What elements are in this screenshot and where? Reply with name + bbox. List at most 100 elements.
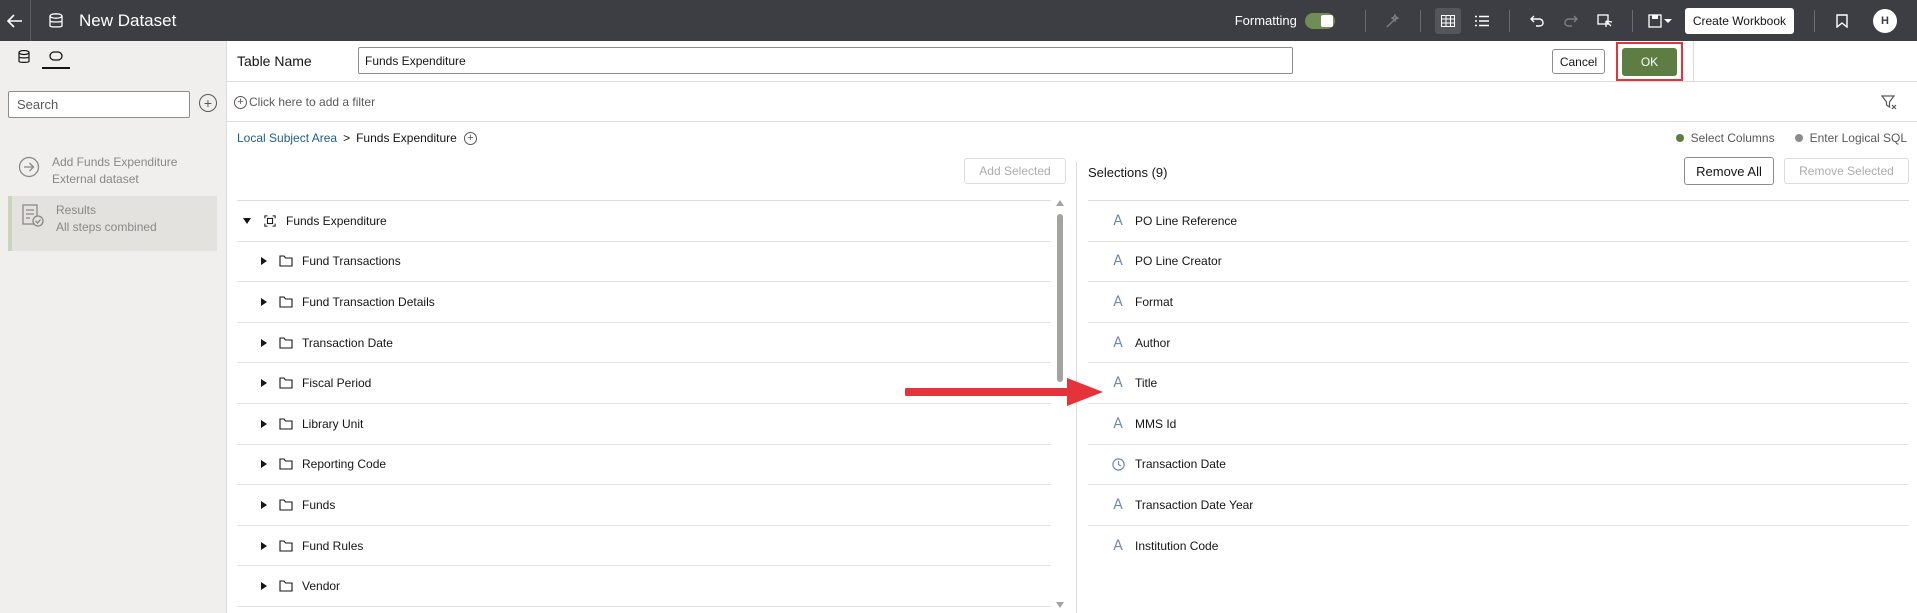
tree-folder-item[interactable]: Fund Rules — [237, 526, 1051, 567]
selection-item[interactable]: A MMS Id — [1088, 404, 1909, 445]
attribute-icon: A — [1113, 415, 1123, 432]
ok-highlight-box: OK — [1616, 42, 1683, 81]
breadcrumb-root-link[interactable]: Local Subject Area — [237, 131, 337, 145]
selections-title: Selections (9) — [1088, 165, 1168, 180]
selection-item[interactable]: A Format — [1088, 282, 1909, 323]
remove-selected-button[interactable]: Remove Selected — [1784, 158, 1909, 184]
toolbar-separator — [1419, 9, 1421, 32]
tree-folder-item[interactable]: Funds — [237, 485, 1051, 526]
cancel-button[interactable]: Cancel — [1552, 49, 1605, 74]
step-add-dataset[interactable]: Add Funds Expenditure External dataset — [8, 148, 217, 188]
undo-icon[interactable] — [1524, 8, 1550, 34]
tree-folder-item[interactable]: Transaction Date — [237, 323, 1051, 364]
folder-icon — [279, 418, 293, 430]
subject-area-icon — [264, 215, 276, 227]
selection-item[interactable]: Transaction Date — [1088, 445, 1909, 486]
scroll-thumb[interactable] — [1057, 214, 1063, 382]
expand-icon[interactable] — [261, 582, 267, 591]
filter-icon[interactable] — [1880, 94, 1897, 113]
back-arrow-icon[interactable] — [0, 0, 30, 41]
tree-folder-label: Fund Rules — [302, 538, 364, 553]
auto-fix-icon[interactable] — [1380, 8, 1406, 34]
formatting-toggle[interactable] — [1304, 12, 1335, 29]
folder-icon — [279, 458, 293, 470]
redo-icon[interactable] — [1558, 8, 1584, 34]
selection-item[interactable]: A Title — [1088, 363, 1909, 404]
selection-item[interactable]: A Institution Code — [1088, 526, 1909, 567]
selection-item[interactable]: A PO Line Reference — [1088, 201, 1909, 242]
tree-folder-item[interactable]: Fund Transaction Details — [237, 282, 1051, 323]
tree-folder-item[interactable]: Reporting Code — [237, 445, 1051, 486]
add-filter-icon[interactable]: + — [234, 96, 247, 109]
attribute-icon: A — [1113, 334, 1123, 351]
save-icon[interactable] — [1647, 8, 1673, 34]
page-title: New Dataset — [79, 10, 177, 30]
radio-unselected-icon — [1794, 134, 1803, 142]
tree-folder-item[interactable]: Vendor — [237, 566, 1051, 607]
remove-all-button[interactable]: Remove All — [1684, 157, 1774, 185]
ok-button[interactable]: OK — [1622, 47, 1677, 76]
create-workbook-button[interactable]: Create Workbook — [1684, 7, 1794, 34]
tree-folder-item[interactable]: Fund Transactions — [237, 242, 1051, 283]
tree-folder-label: Reporting Code — [302, 457, 387, 472]
user-avatar[interactable]: H — [1873, 8, 1897, 33]
expand-icon[interactable] — [261, 379, 267, 388]
tree-folder-label: Fund Transaction Details — [302, 294, 435, 309]
add-data-icon[interactable]: + — [199, 94, 217, 112]
expand-icon[interactable] — [261, 500, 267, 509]
left-panel-tabs — [0, 41, 226, 73]
clock-icon — [1111, 458, 1125, 471]
expand-icon[interactable] — [261, 297, 267, 306]
data-tab-icon[interactable] — [10, 45, 38, 69]
results-icon — [20, 202, 46, 245]
selection-item[interactable]: A Author — [1088, 323, 1909, 364]
selection-label: MMS Id — [1135, 416, 1177, 431]
table-name-input[interactable]: Funds Expenditure — [358, 47, 1293, 74]
expand-icon[interactable] — [261, 460, 267, 469]
expand-icon[interactable] — [261, 541, 267, 550]
selection-label: Transaction Date — [1135, 457, 1226, 472]
bookmark-icon[interactable] — [1829, 8, 1855, 34]
selection-item[interactable]: A Transaction Date Year — [1088, 485, 1909, 526]
dataset-icon — [49, 12, 69, 29]
table-view-icon[interactable] — [1434, 7, 1461, 34]
tree-folder-item[interactable]: Library Unit — [237, 404, 1051, 445]
scroll-up-icon[interactable] — [1056, 200, 1064, 206]
step-results[interactable]: Results All steps combined — [8, 196, 217, 251]
formatting-label: Formatting — [1234, 13, 1297, 28]
expand-icon[interactable] — [261, 338, 267, 347]
left-panel: Search + Add Funds Expenditure External … — [0, 41, 227, 613]
selection-item[interactable]: A PO Line Creator — [1088, 242, 1909, 283]
radio-selected-icon — [1675, 134, 1684, 142]
add-subject-area-icon[interactable]: + — [463, 131, 477, 145]
filter-bar: + Click here to add a filter — [227, 82, 1917, 122]
step-title: Results — [56, 203, 97, 217]
selections-list: A PO Line Reference A PO Line Creator A … — [1088, 201, 1909, 566]
folder-icon — [279, 377, 293, 389]
tree-folder-label: Library Unit — [302, 416, 364, 431]
add-selected-button[interactable]: Add Selected — [964, 158, 1066, 184]
join-tab-icon[interactable] — [42, 45, 70, 69]
toolbar-separator — [1631, 9, 1633, 32]
add-filter-link[interactable]: Click here to add a filter — [249, 95, 375, 109]
folder-icon — [279, 580, 293, 592]
collapse-icon[interactable] — [243, 217, 251, 224]
attribute-icon: A — [1113, 375, 1123, 392]
enter-logical-sql-option[interactable]: Enter Logical SQL — [1794, 131, 1907, 145]
attribute-icon: A — [1113, 212, 1123, 229]
step-subtitle: External dataset — [52, 172, 139, 186]
tree-folder-label: Vendor — [302, 579, 341, 594]
step-subtitle: All steps combined — [56, 220, 157, 234]
attribute-icon: A — [1113, 538, 1123, 555]
scroll-down-icon[interactable] — [1056, 602, 1064, 608]
toolbar-separator — [1814, 9, 1815, 32]
inspect-icon[interactable] — [1592, 8, 1618, 34]
step-title: Add Funds Expenditure — [52, 155, 178, 169]
search-input[interactable]: Search — [8, 91, 190, 118]
tree-root-node[interactable]: Funds Expenditure — [237, 201, 1051, 242]
select-columns-option[interactable]: Select Columns — [1675, 131, 1775, 145]
folder-icon — [279, 255, 293, 267]
expand-icon[interactable] — [261, 257, 267, 266]
expand-icon[interactable] — [261, 419, 267, 428]
list-view-icon[interactable] — [1469, 8, 1495, 34]
